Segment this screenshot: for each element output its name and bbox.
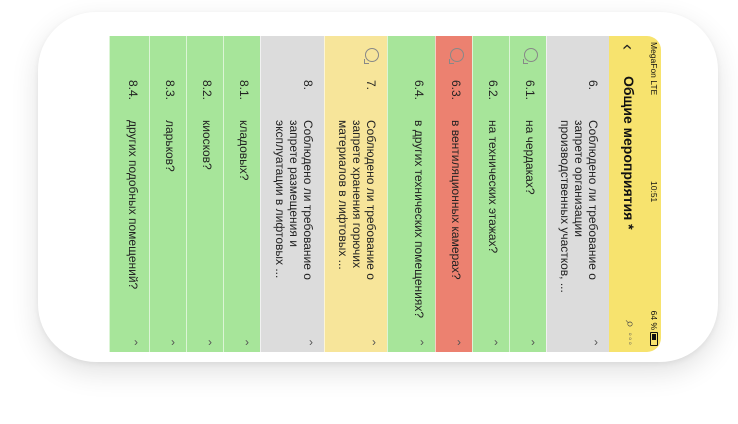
item-number: 6.2. <box>486 80 500 101</box>
header-bar: MegaFon LTE 10:51 64 % ‹ Общие мероприят… <box>609 36 661 352</box>
list-item[interactable]: 8.3. ларьков? › <box>149 36 186 352</box>
item-text: на технических этажах? <box>486 120 500 254</box>
list-item[interactable]: 8.2. киосков? › <box>186 36 223 352</box>
chevron-icon[interactable]: › <box>208 335 212 349</box>
item-number: 7. <box>364 80 378 91</box>
item-text: Соблюдено ли требование о запрете органи… <box>558 120 600 293</box>
item-text: кладовых? <box>237 120 251 181</box>
clock: 10:51 <box>649 181 659 203</box>
battery-icon <box>650 332 658 346</box>
chevron-icon[interactable]: › <box>531 335 535 349</box>
item-number: 8.2. <box>200 80 214 101</box>
list-item[interactable]: 6.4. в других технических помещениях? › <box>387 36 435 352</box>
list-item[interactable]: 6. Соблюдено ли требование о запрете орга… <box>546 36 609 352</box>
item-text: Соблюдено ли требование о запрете хранен… <box>336 120 378 280</box>
comment-icon[interactable] <box>450 48 464 62</box>
item-number: 6. <box>586 80 600 91</box>
item-text: киосков? <box>200 120 214 170</box>
status-bar: MegaFon LTE 10:51 64 % <box>647 36 661 352</box>
item-text: ларьков? <box>163 120 177 172</box>
item-number: 6.4. <box>412 80 426 101</box>
chevron-left-icon[interactable]: ‹ <box>618 44 638 50</box>
item-text: других подобных помещений? <box>126 120 140 290</box>
comment-icon[interactable] <box>524 48 538 62</box>
chevron-icon[interactable]: › <box>372 335 376 349</box>
item-number: 8.4. <box>126 80 140 101</box>
item-text: в вентиляционных камерах? <box>449 120 463 280</box>
search-icon[interactable]: ⌕ <box>622 320 639 328</box>
list-item[interactable]: 8.1. кладовых? › <box>223 36 260 352</box>
chevron-icon[interactable]: › <box>594 335 598 349</box>
item-number: 8.1. <box>237 80 251 101</box>
item-number: 8. <box>301 80 315 91</box>
list-item[interactable]: 6.3. в вентиляционных камерах? › <box>435 36 472 352</box>
carrier-label: MegaFon LTE <box>649 42 659 96</box>
list-item[interactable]: 7. Соблюдено ли требование о запрете хран… <box>324 36 387 352</box>
item-number: 6.3. <box>449 80 463 101</box>
more-icon[interactable]: ◦◦◦ <box>624 332 635 346</box>
item-number: 8.3. <box>163 80 177 101</box>
chevron-icon[interactable]: › <box>457 335 461 349</box>
item-text: в других технических помещениях? <box>412 120 426 318</box>
item-text: Соблюдено ли требование о запрете размещ… <box>273 120 315 280</box>
app-ui: MegaFon LTE 10:51 64 % ‹ Общие мероприят… <box>105 36 661 352</box>
list-item[interactable]: 6.2. на технических этажах? › <box>472 36 509 352</box>
list-item[interactable]: 8. Соблюдено ли требование о запрете разм… <box>260 36 324 352</box>
chevron-icon[interactable]: › <box>245 335 249 349</box>
item-number: 6.1. <box>523 80 537 101</box>
comment-icon[interactable] <box>365 48 379 62</box>
list-item[interactable]: 8.4. других подобных помещений? › <box>109 36 149 352</box>
phone-screen: MegaFon LTE 10:51 64 % ‹ Общие мероприят… <box>105 36 661 352</box>
chevron-icon[interactable]: › <box>171 335 175 349</box>
chevron-icon[interactable]: › <box>309 335 313 349</box>
page-title: Общие мероприятия * <box>621 76 637 230</box>
chevron-icon[interactable]: › <box>420 335 424 349</box>
list-item[interactable]: 6.1. на чердаках? › <box>509 36 546 352</box>
battery-percent: 64 % <box>649 310 659 330</box>
chevron-icon[interactable]: › <box>494 335 498 349</box>
chevron-icon[interactable]: › <box>134 335 138 349</box>
item-text: на чердаках? <box>523 120 537 195</box>
